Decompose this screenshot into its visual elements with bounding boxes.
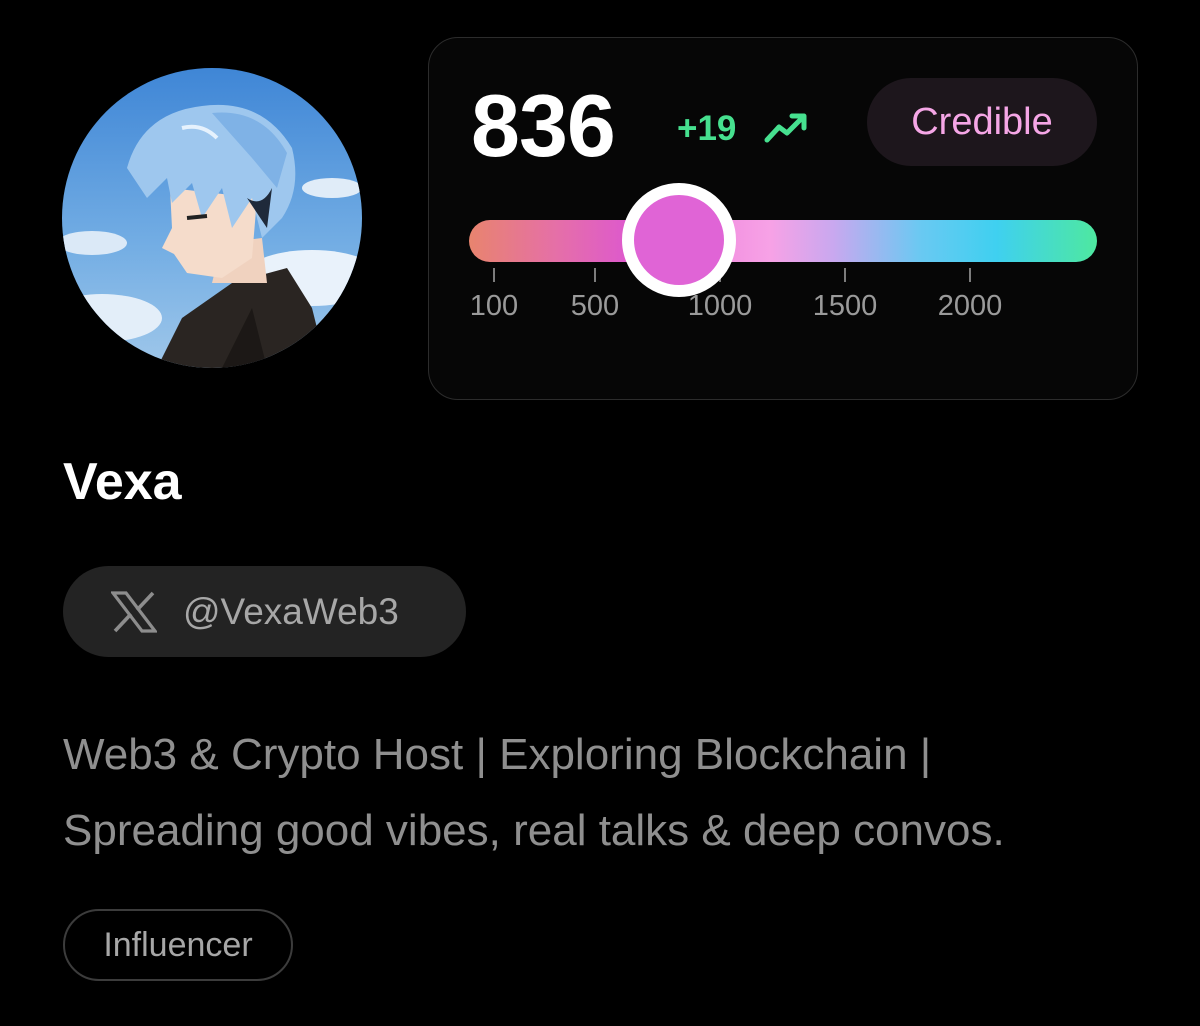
scale-tick-label: 2000 (937, 290, 1003, 322)
score-slider-track (469, 220, 1097, 262)
profile-page: 836 +19 Credible 100 500 1000 1500 2000 Vexa… (0, 0, 1200, 1026)
role-tag[interactable]: Influencer (63, 909, 293, 981)
score-delta: +19 (677, 109, 737, 148)
avatar[interactable] (62, 68, 362, 368)
x-handle-text: @VexaWeb3 (183, 590, 399, 632)
scale-tick (594, 268, 596, 282)
score-slider-thumb[interactable] (622, 183, 736, 297)
bio-line: Spreading good vibes, real talks & deep … (63, 806, 1005, 855)
scale-tick (969, 268, 971, 282)
anime-avatar-icon (62, 68, 362, 368)
x-handle-link[interactable]: @VexaWeb3 (63, 566, 466, 657)
profile-name: Vexa (63, 453, 182, 511)
credibility-badge: Credible (867, 78, 1097, 166)
bio-line: Web3 & Crypto Host | Exploring Blockchai… (63, 730, 932, 779)
scale-tick-label: 1500 (812, 290, 878, 322)
scale-tick-label: 500 (570, 290, 620, 322)
profile-bio: Web3 & Crypto Host | Exploring Blockchai… (63, 717, 1143, 869)
trending-up-icon (764, 113, 807, 143)
score-card: 836 +19 Credible 100 500 1000 1500 2000 (428, 37, 1138, 400)
score-value: 836 (471, 76, 616, 175)
x-logo-icon (111, 590, 157, 633)
scale-tick (493, 268, 495, 282)
scale-tick (844, 268, 846, 282)
